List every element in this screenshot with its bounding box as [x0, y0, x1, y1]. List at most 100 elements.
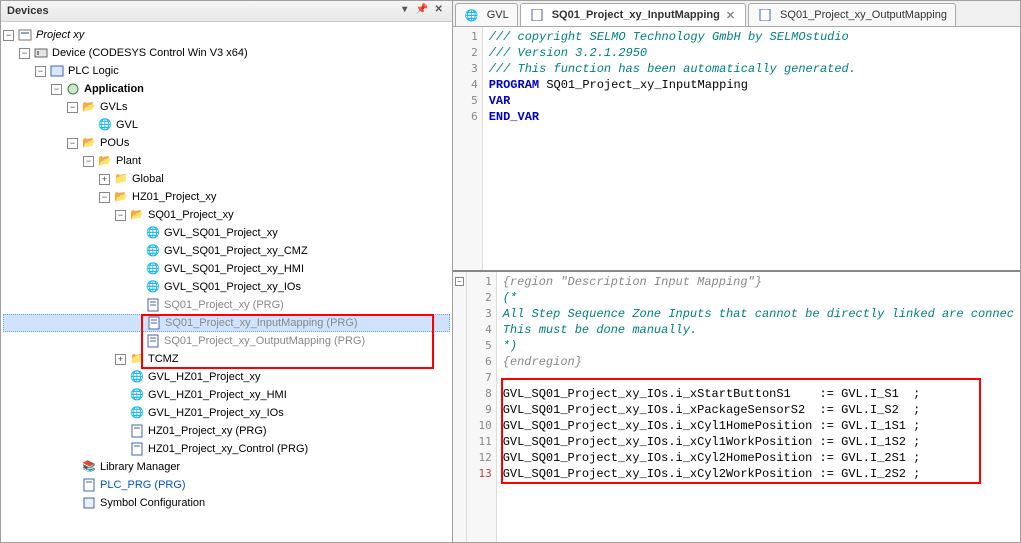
- devices-panel-title: Devices: [7, 5, 395, 17]
- expander-icon[interactable]: −: [3, 30, 14, 41]
- tab-label: GVL: [487, 9, 509, 21]
- tab-close-icon[interactable]: ✕: [724, 9, 737, 22]
- tree-node-hz01-control-prg[interactable]: HZ01_Project_xy_Control (PRG): [3, 440, 450, 458]
- tree-node-plclogic[interactable]: − PLC Logic: [3, 62, 450, 80]
- tree-node-gvl-sq01-hmi[interactable]: 🌐 GVL_SQ01_Project_xy_HMI: [3, 260, 450, 278]
- tab-outputmapping[interactable]: SQ01_Project_xy_OutputMapping: [748, 3, 956, 26]
- tree-node-gvl-hz01[interactable]: 🌐 GVL_HZ01_Project_xy: [3, 368, 450, 386]
- project-tree[interactable]: − Project xy − Device (CODESYS Control W…: [1, 22, 452, 542]
- line-number: 5: [453, 93, 478, 109]
- expander-icon[interactable]: −: [67, 138, 78, 149]
- folder-open-icon: 📂: [81, 135, 97, 151]
- tree-node-device[interactable]: − Device (CODESYS Control Win V3 x64): [3, 44, 450, 62]
- tree-node-global[interactable]: + 📁 Global: [3, 170, 450, 188]
- tree-label: GVL_SQ01_Project_xy: [164, 224, 278, 242]
- tree-node-gvl-sq01-ios[interactable]: 🌐 GVL_SQ01_Project_xy_IOs: [3, 278, 450, 296]
- plc-logic-icon: [49, 63, 65, 79]
- expander-icon[interactable]: −: [19, 48, 30, 59]
- line-number: 13: [467, 466, 492, 482]
- folder-open-icon: 📂: [113, 189, 129, 205]
- tree-label: HZ01_Project_xy: [132, 188, 216, 206]
- line-number: 10: [467, 418, 492, 434]
- editor-declaration[interactable]: 1 2 3 4 5 6 /// copyright SELMO Technolo…: [453, 27, 1020, 272]
- code-line: {region "Description Input Mapping"}: [503, 275, 762, 289]
- tree-label: Project xy: [36, 26, 84, 44]
- panel-pin-icon[interactable]: 📌: [415, 4, 429, 18]
- tree-node-sq01-prg[interactable]: SQ01_Project_xy (PRG): [3, 296, 450, 314]
- tab-label: SQ01_Project_xy_OutputMapping: [780, 9, 947, 21]
- tree-node-sq01[interactable]: − 📂 SQ01_Project_xy: [3, 206, 450, 224]
- expander-icon[interactable]: −: [99, 192, 110, 203]
- code-line: *): [503, 339, 517, 353]
- tree-node-plcprg[interactable]: PLC_PRG (PRG): [3, 476, 450, 494]
- folder-open-icon: 📂: [81, 99, 97, 115]
- tree-label: Application: [84, 80, 144, 98]
- line-number: 5: [467, 338, 492, 354]
- expander-icon[interactable]: −: [51, 84, 62, 95]
- symbolconfig-icon: [81, 495, 97, 511]
- tree-node-pous[interactable]: − 📂 POUs: [3, 134, 450, 152]
- folder-closed-icon: 📁: [113, 171, 129, 187]
- expander-icon[interactable]: −: [35, 66, 46, 77]
- highlight-box-code: [501, 378, 981, 484]
- tab-inputmapping[interactable]: SQ01_Project_xy_InputMapping ✕: [520, 3, 746, 26]
- tree-node-plant[interactable]: − 📂 Plant: [3, 152, 450, 170]
- tree-node-gvl-sq01[interactable]: 🌐 GVL_SQ01_Project_xy: [3, 224, 450, 242]
- tree-label: GVL_HZ01_Project_xy_IOs: [148, 404, 284, 422]
- code-line: /// copyright SELMO Technology GmbH by S…: [489, 30, 849, 44]
- prg-icon: [529, 7, 545, 23]
- devices-panel-header: Devices ▾ 📌 ✕: [1, 1, 452, 22]
- tree-label: GVL_SQ01_Project_xy_CMZ: [164, 242, 308, 260]
- tree-node-gvls[interactable]: − 📂 GVLs: [3, 98, 450, 116]
- line-number: 1: [453, 29, 478, 45]
- editor-implementation[interactable]: − 1 2 3 4 5 6 7 8 9 10 11 12 13 {region …: [453, 272, 1020, 542]
- tree-node-gvl-hz01-ios[interactable]: 🌐 GVL_HZ01_Project_xy_IOs: [3, 404, 450, 422]
- tree-node-gvl-sq01-cmz[interactable]: 🌐 GVL_SQ01_Project_xy_CMZ: [3, 242, 450, 260]
- globe-icon: 🌐: [464, 7, 480, 23]
- expander-icon[interactable]: +: [115, 354, 126, 365]
- tree-node-project[interactable]: − Project xy: [3, 26, 450, 44]
- tree-label: GVL_SQ01_Project_xy_HMI: [164, 260, 304, 278]
- folder-open-icon: 📂: [97, 153, 113, 169]
- panel-close-icon[interactable]: ✕: [432, 4, 446, 18]
- globe-icon: 🌐: [97, 117, 113, 133]
- code-keyword: END_VAR: [489, 110, 539, 124]
- code-line: (*: [503, 291, 517, 305]
- expander-icon[interactable]: +: [99, 174, 110, 185]
- tree-node-application[interactable]: − Application: [3, 80, 450, 98]
- tree-node-hz01[interactable]: − 📂 HZ01_Project_xy: [3, 188, 450, 206]
- tree-node-gvl[interactable]: 🌐 GVL: [3, 116, 450, 134]
- line-gutter: 1 2 3 4 5 6: [453, 27, 483, 270]
- code-area[interactable]: /// copyright SELMO Technology GmbH by S…: [483, 27, 1020, 270]
- globe-icon: 🌐: [129, 405, 145, 421]
- tree-node-gvl-hz01-hmi[interactable]: 🌐 GVL_HZ01_Project_xy_HMI: [3, 386, 450, 404]
- prg-icon: [145, 297, 161, 313]
- editor-panel: 🌐 GVL SQ01_Project_xy_InputMapping ✕ SQ0…: [453, 0, 1021, 543]
- tree-label: Symbol Configuration: [100, 494, 205, 512]
- line-number: 3: [467, 306, 492, 322]
- fold-toggle-icon[interactable]: −: [455, 277, 464, 286]
- tree-node-library-manager[interactable]: 📚 Library Manager: [3, 458, 450, 476]
- expander-icon[interactable]: −: [115, 210, 126, 221]
- globe-icon: 🌐: [145, 243, 161, 259]
- tree-node-symbolconfig[interactable]: Symbol Configuration: [3, 494, 450, 512]
- tree-label: HZ01_Project_xy_Control (PRG): [148, 440, 308, 458]
- prg-icon: [129, 441, 145, 457]
- line-number: 3: [453, 61, 478, 77]
- tree-label: HZ01_Project_xy (PRG): [148, 422, 267, 440]
- code-line: {endregion}: [503, 355, 582, 369]
- tree-label: GVL_SQ01_Project_xy_IOs: [164, 278, 301, 296]
- panel-dropdown-icon[interactable]: ▾: [398, 4, 412, 18]
- tab-label: SQ01_Project_xy_InputMapping: [552, 9, 720, 21]
- expander-icon[interactable]: −: [67, 102, 78, 113]
- globe-icon: 🌐: [145, 279, 161, 295]
- tree-node-hz01-prg[interactable]: HZ01_Project_xy (PRG): [3, 422, 450, 440]
- tree-label: Library Manager: [100, 458, 180, 476]
- tree-label: PLC Logic: [68, 62, 119, 80]
- tree-label: POUs: [100, 134, 129, 152]
- tab-gvl[interactable]: 🌐 GVL: [455, 3, 518, 26]
- highlight-box-tree: [141, 314, 434, 369]
- fold-gutter: −: [453, 272, 467, 542]
- code-keyword: VAR: [489, 94, 511, 108]
- expander-icon[interactable]: −: [83, 156, 94, 167]
